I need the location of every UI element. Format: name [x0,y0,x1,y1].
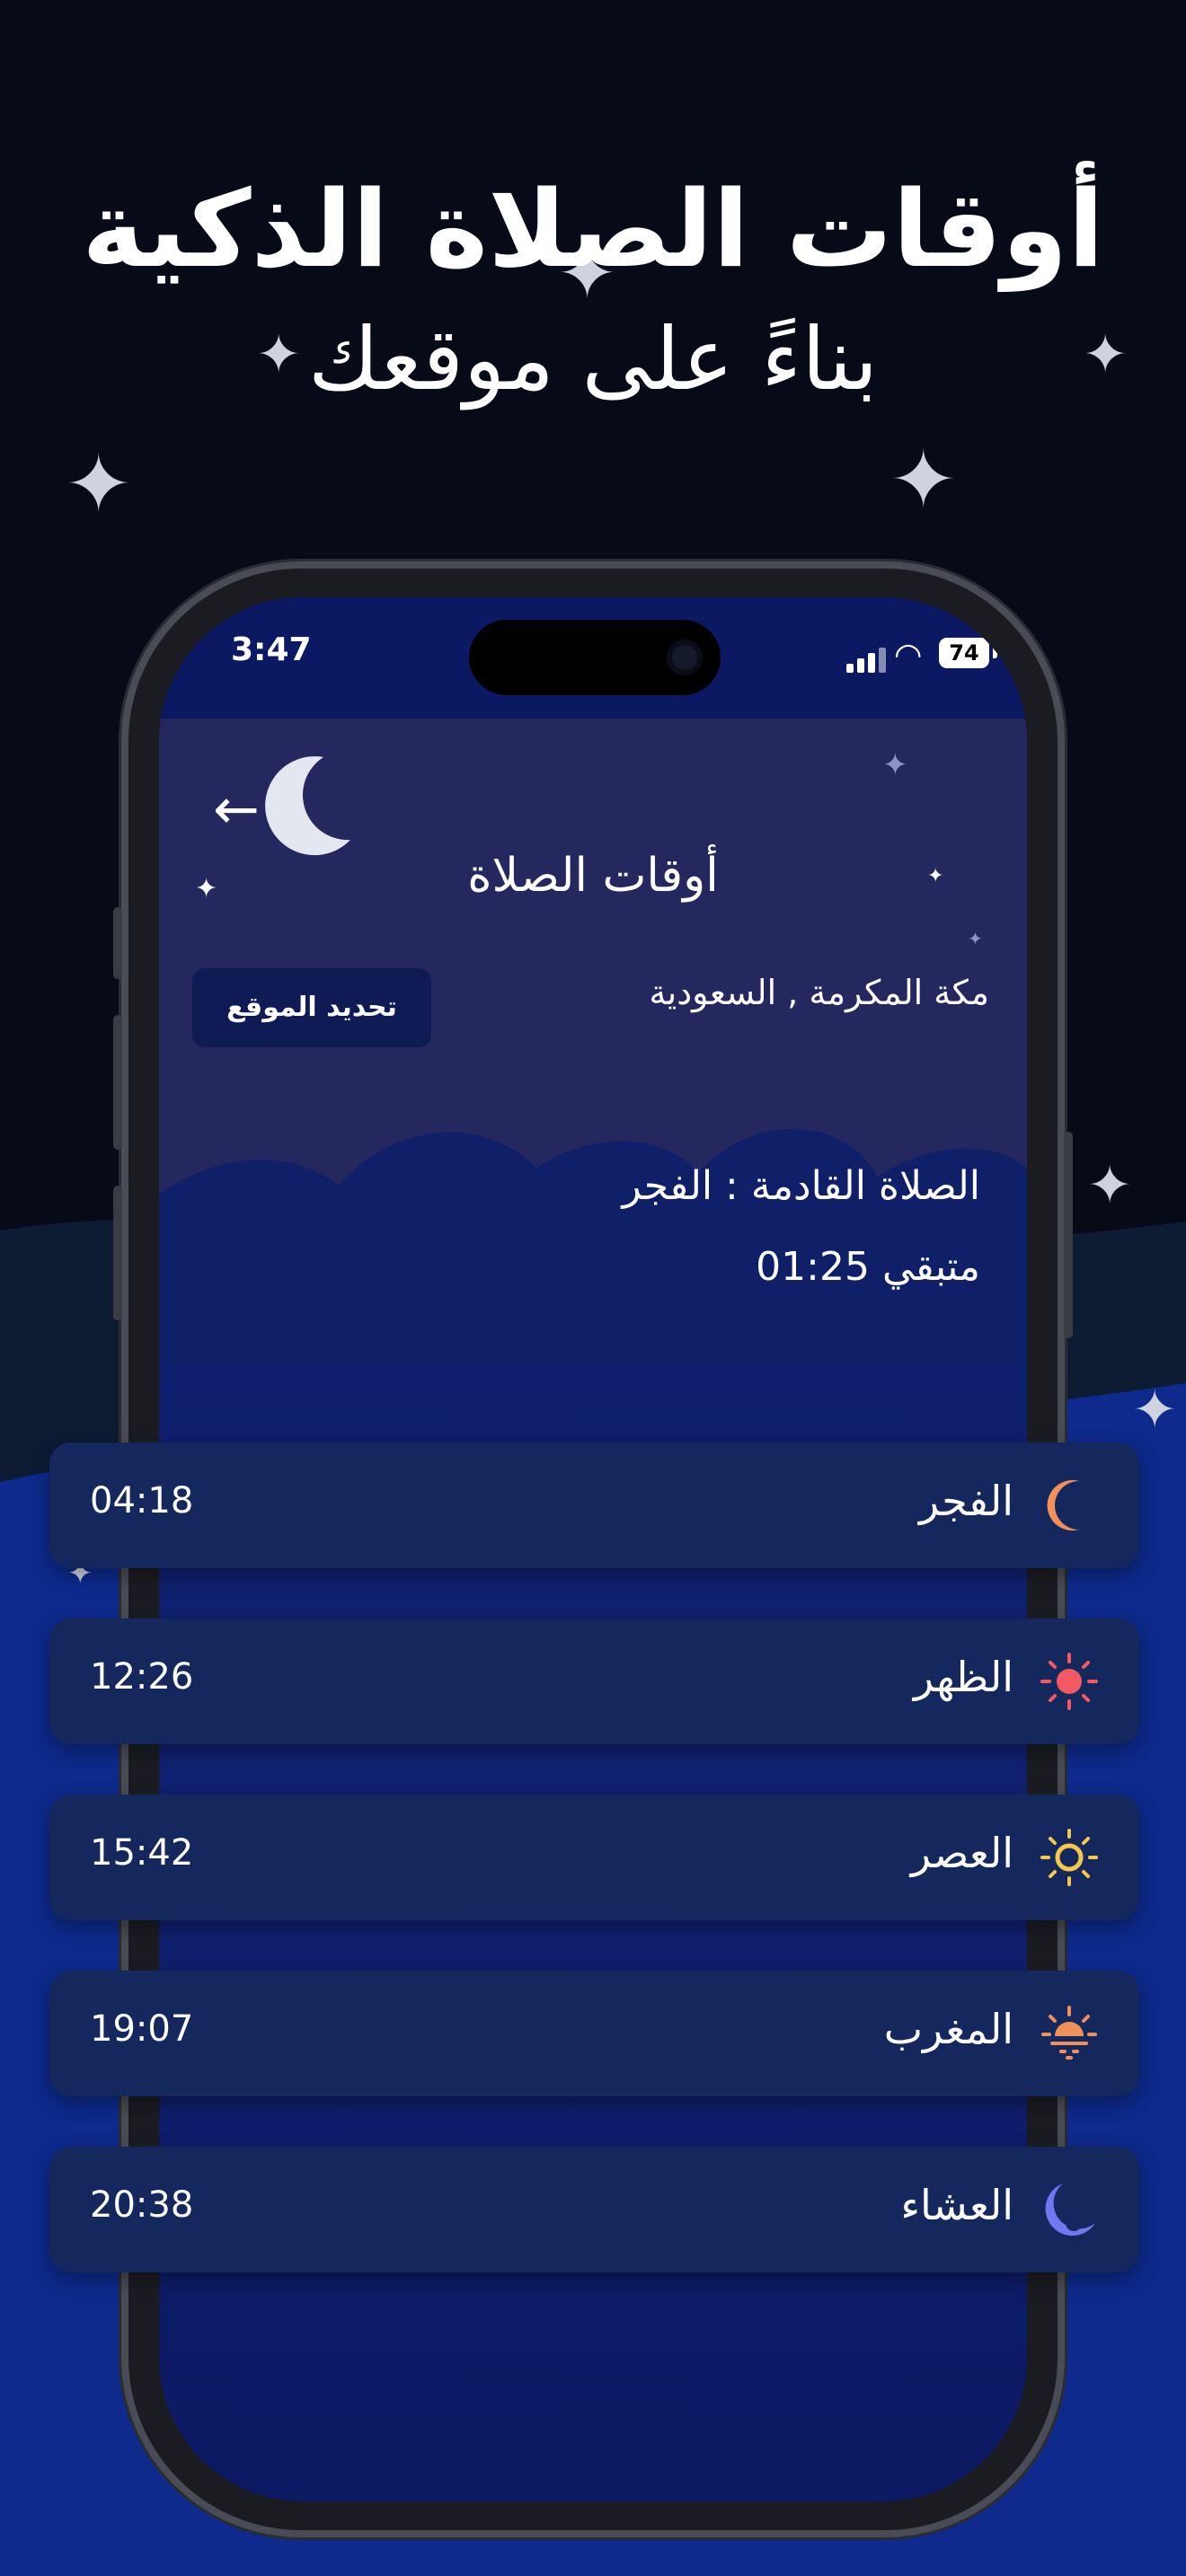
wifi-icon: ◠ [894,637,923,674]
prayer-name: العصر [910,1829,1013,1877]
next-prayer-label: الصلاة القادمة : الفجر [622,1163,981,1209]
update-location-button[interactable]: تحديد الموقع [192,968,431,1047]
cloud-divider [159,1128,1027,1365]
dynamic-island [469,620,721,695]
star-icon: ✦ [1087,1154,1133,1217]
star-icon: ✦ [65,437,133,532]
back-button[interactable]: ← [213,781,260,837]
prayer-time: 04:18 [90,1480,194,1522]
sun-outline-icon [1040,1829,1098,1886]
night-moon-icon [1045,2183,1095,2236]
battery-tip [993,648,997,658]
prayer-time: 12:26 [90,1656,194,1698]
prayer-time: 19:07 [90,2008,194,2050]
prayer-name: الفجر [918,1477,1013,1525]
prayer-name: الظهر [913,1653,1013,1701]
arrow-left-icon: ← [213,776,260,842]
star-icon: ✦ [968,928,983,949]
phone-side-button [1064,1132,1073,1338]
prayer-card-maghrib[interactable]: 19:07 المغرب [49,1971,1139,2096]
prayer-time: 20:38 [90,2184,194,2226]
phone-side-button [113,1186,122,1320]
star-icon: ✦ [890,433,958,527]
status-time: 3:47 [231,631,312,668]
moon-decoration-icon [265,756,350,856]
headline-subtitle: بناءً على موقعك [307,309,879,410]
status-bar: 3:47 ◠ 74 [159,597,1027,719]
phone-side-button [113,1015,122,1150]
headline-title: أوقات الصلاة الذكية [82,167,1104,291]
prayer-card-isha[interactable]: 20:38 العشاء [49,2147,1139,2272]
prayer-time: 15:42 [90,1832,194,1874]
prayer-card-dhuhr[interactable]: 12:26 الظهر [49,1619,1139,1744]
prayer-card-fajr[interactable]: 04:18 الفجر [49,1442,1139,1568]
camera-icon [667,640,703,675]
signal-icon [846,644,888,673]
battery-icon: 74 [939,638,989,668]
prayer-name: المغرب [883,2005,1013,2053]
location-label: مكة المكرمة , السعودية [649,973,989,1012]
remaining-time-label: متبقي 01:25 [756,1244,980,1290]
prayer-name: العشاء [900,2181,1013,2229]
prayer-card-asr[interactable]: 15:42 العصر [49,1795,1139,1920]
star-icon: ✦ [882,747,908,783]
sun-icon [1040,1653,1098,1710]
sunset-icon [1041,2006,1097,2060]
phone-side-button [113,907,122,979]
star-icon: ✦ [1132,1379,1178,1442]
page-title: أوقات الصلاة [467,849,719,903]
crescent-moon-icon [1047,1480,1079,1531]
